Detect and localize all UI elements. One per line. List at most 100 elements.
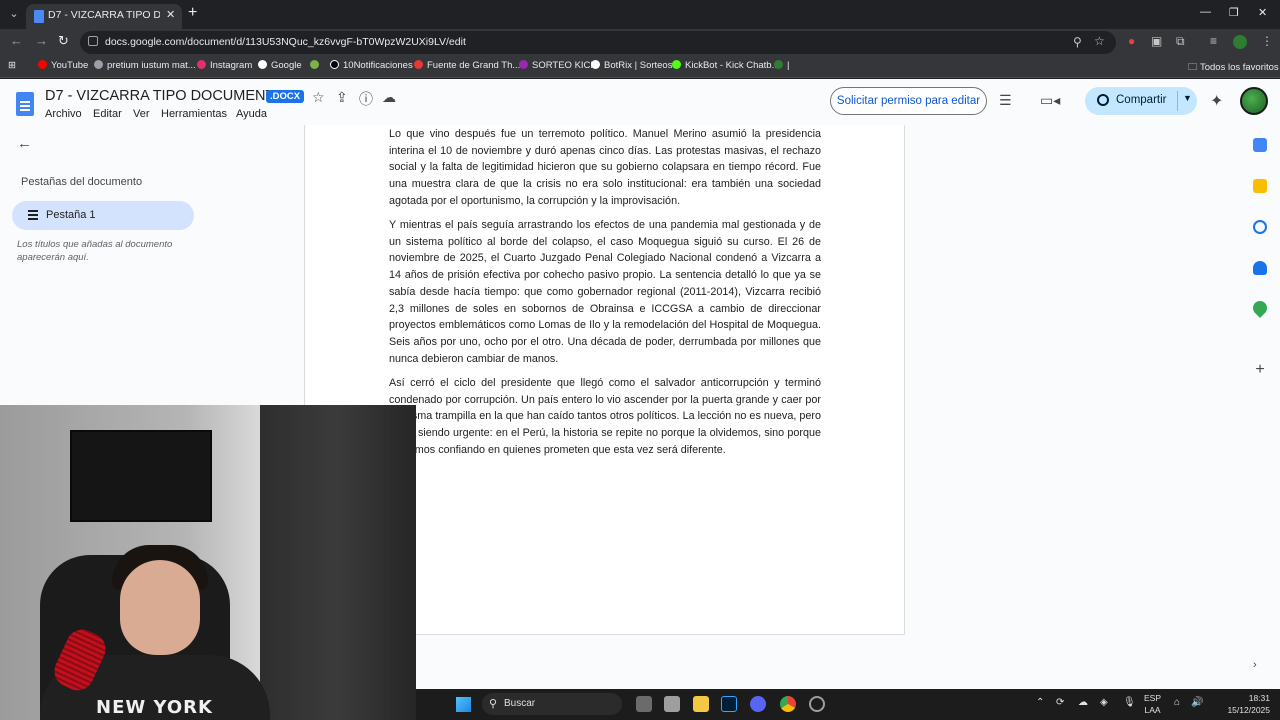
bookmark-label: pretium iustum mat... xyxy=(107,60,196,71)
reading-list-icon[interactable]: ≡ xyxy=(1210,34,1217,48)
clock-time: 18:31 xyxy=(1248,693,1270,703)
bookmark-kickbot[interactable]: KickBot - Kick Chatb... xyxy=(672,60,780,71)
side-panel-rail: + › xyxy=(1244,125,1280,689)
restore-icon[interactable]: ❐ xyxy=(1229,6,1239,19)
network-icon[interactable]: ⌂ xyxy=(1174,697,1180,708)
chrome-menu-icon[interactable]: ⋮ xyxy=(1261,34,1273,48)
tab-search-icon[interactable]: ⌄ xyxy=(6,6,22,22)
tasks-icon[interactable] xyxy=(1253,220,1267,234)
app-icon[interactable] xyxy=(664,696,680,712)
discord-icon[interactable] xyxy=(750,696,766,712)
show-side-panel-icon[interactable]: › xyxy=(1253,659,1267,673)
calendar-icon[interactable] xyxy=(1253,138,1267,152)
bookmark-10notificaciones[interactable]: 10Notificaciones xyxy=(330,60,413,71)
maps-icon[interactable] xyxy=(1250,298,1270,318)
security-icon[interactable]: ◈ xyxy=(1100,697,1108,708)
bookmark-folder[interactable]: | xyxy=(774,60,789,71)
meet-icon[interactable]: ▭◂ xyxy=(1040,92,1060,109)
docs-logo-icon[interactable] xyxy=(16,92,34,116)
onedrive-icon[interactable]: ☁ xyxy=(1078,697,1088,708)
bookmark-label: Fuente de Grand Th... xyxy=(427,60,521,71)
add-addon-icon[interactable]: + xyxy=(1253,362,1267,378)
close-outline-arrow-icon[interactable]: ← xyxy=(17,135,32,152)
tab-pestana-1[interactable]: Pestaña 1 xyxy=(12,201,194,230)
photoshop-icon[interactable] xyxy=(721,696,737,712)
chrome-icon[interactable] xyxy=(780,696,796,712)
globe-icon xyxy=(1097,94,1109,106)
comments-icon[interactable]: ☰ xyxy=(999,92,1012,109)
new-tab-icon[interactable]: + xyxy=(188,4,197,22)
instagram-icon xyxy=(197,60,206,69)
close-tab-icon[interactable]: ✕ xyxy=(166,8,175,21)
menu-ayuda[interactable]: Ayuda xyxy=(236,108,267,120)
share-button[interactable]: Compartir ▼ xyxy=(1085,87,1197,115)
reload-icon[interactable]: ↻ xyxy=(58,33,69,49)
bookmark-star-icon[interactable]: ☆ xyxy=(1094,34,1105,48)
input-language[interactable]: ESP LAA xyxy=(1144,692,1161,716)
menu-herramientas[interactable]: Herramientas xyxy=(161,108,227,120)
request-edit-access-button[interactable]: Solicitar permiso para editar xyxy=(830,87,987,115)
all-bookmarks[interactable]: 🗀 Todos los favoritos xyxy=(1188,60,1279,76)
browser-tab-title: D7 - VIZCARRA TIPO DOCUMENTAL xyxy=(48,9,160,21)
cloud-status-icon[interactable]: ☁ xyxy=(382,89,396,106)
close-window-icon[interactable]: ✕ xyxy=(1258,6,1267,19)
bookmark-sorteo-kick[interactable]: SORTEO KICK xyxy=(519,60,597,71)
file-explorer-icon[interactable] xyxy=(693,696,709,712)
bookmark-label: KickBot - Kick Chatb... xyxy=(685,60,780,71)
keep-icon[interactable] xyxy=(1253,179,1267,193)
apps-icon[interactable]: ⊞ xyxy=(8,60,16,71)
wardrobe xyxy=(260,405,416,720)
tray-app-icon[interactable]: ⟳ xyxy=(1056,697,1064,708)
windows-start-icon[interactable] xyxy=(456,697,471,712)
document-tabs-heading: Pestañas del documento xyxy=(21,176,143,188)
tray-chevron-icon[interactable]: ⌃ xyxy=(1036,697,1044,708)
bookmark-unnamed[interactable] xyxy=(310,60,323,71)
botrix-icon xyxy=(591,60,600,69)
bookmark-botrix[interactable]: BotRix | Sorteos xyxy=(591,60,672,71)
info-icon[interactable]: ⓘ xyxy=(359,89,373,109)
taskbar-search[interactable]: ⚲ Buscar xyxy=(482,693,622,715)
contacts-icon[interactable] xyxy=(1253,261,1267,275)
bookmark-youtube[interactable]: YouTube xyxy=(38,60,88,71)
account-avatar[interactable] xyxy=(1240,87,1268,115)
bookmark-instagram[interactable]: Instagram xyxy=(197,60,252,71)
leaf-icon xyxy=(310,60,319,69)
docs-favicon-icon xyxy=(34,10,44,23)
site-info-icon[interactable] xyxy=(88,36,98,46)
app-record-icon[interactable] xyxy=(809,696,825,712)
chevron-down-icon[interactable]: ▼ xyxy=(1183,93,1192,103)
outline-hint: Los títulos que añadas al documento apar… xyxy=(17,239,173,263)
task-view-icon[interactable] xyxy=(636,696,652,712)
back-icon[interactable]: ← xyxy=(10,33,23,48)
paragraph-2[interactable]: Y mientras el país seguía arrastrando lo… xyxy=(389,217,821,367)
paragraph-1[interactable]: Lo que vino después fue un terremoto pol… xyxy=(389,126,821,210)
profile-avatar[interactable] xyxy=(1233,35,1247,49)
minimize-icon[interactable]: — xyxy=(1200,6,1211,18)
bookmark-fuente-gta[interactable]: Fuente de Grand Th... xyxy=(414,60,520,71)
star-icon[interactable]: ☆ xyxy=(312,89,325,106)
menu-ver[interactable]: Ver xyxy=(133,108,150,120)
bookmark-pretium[interactable]: pretium iustum mat... xyxy=(94,60,196,71)
bookmark-google[interactable]: Google xyxy=(258,60,302,71)
menu-editar[interactable]: Editar xyxy=(93,108,122,120)
browser-tab-active[interactable]: D7 - VIZCARRA TIPO DOCUMENTAL ✕ xyxy=(26,4,182,29)
address-bar[interactable]: docs.google.com/document/d/113U53NQuc_kz… xyxy=(80,31,1116,54)
mic-icon[interactable]: 🎙 xyxy=(1123,697,1136,708)
tab-label: Pestaña 1 xyxy=(46,209,96,221)
move-to-drive-icon[interactable]: ⇪ xyxy=(336,89,348,106)
zoom-icon[interactable]: ⚲ xyxy=(1073,35,1082,49)
folder-icon: 🗀 xyxy=(1188,62,1200,73)
volume-icon[interactable]: 🔊 xyxy=(1191,697,1203,708)
paragraph-3[interactable]: Así cerró el ciclo del presidente que ll… xyxy=(389,375,821,459)
document-title[interactable]: D7 - VIZCARRA TIPO DOCUMENTAL xyxy=(45,88,291,104)
docs-header: D7 - VIZCARRA TIPO DOCUMENTAL .DOCX ☆ ⇪ … xyxy=(0,79,1280,125)
menu-archivo[interactable]: Archivo xyxy=(45,108,82,120)
extension-icon[interactable]: ▣ xyxy=(1151,34,1162,48)
system-clock[interactable]: 18:31 15/12/2025 xyxy=(1210,692,1270,716)
gemini-icon[interactable]: ✦ xyxy=(1210,91,1223,111)
kickbot-icon xyxy=(672,60,681,69)
extensions-puzzle-icon[interactable]: ⧉ xyxy=(1176,34,1185,49)
bookmark-label: | xyxy=(787,60,790,71)
extension-record-icon[interactable]: ● xyxy=(1128,34,1135,48)
forward-icon[interactable]: → xyxy=(35,33,48,48)
